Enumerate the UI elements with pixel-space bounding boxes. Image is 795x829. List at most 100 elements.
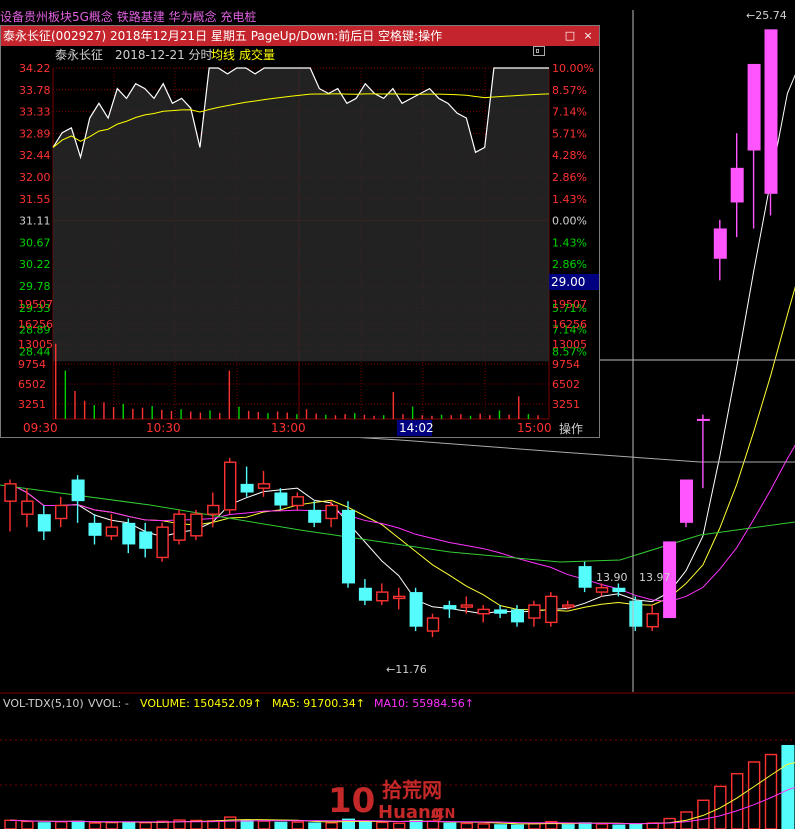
volume-bar bbox=[663, 817, 676, 829]
candle-body bbox=[477, 608, 490, 615]
candle bbox=[409, 587, 423, 632]
volume-bar bbox=[494, 824, 508, 829]
candle bbox=[190, 509, 203, 541]
volume-tick-label: 6502 bbox=[552, 378, 580, 391]
intraday-volume-bar bbox=[354, 413, 356, 419]
candle-body bbox=[342, 509, 355, 584]
stock-name: 泰永长征 bbox=[55, 48, 104, 62]
intraday-volume-bar bbox=[64, 370, 67, 419]
candle-body bbox=[358, 587, 372, 601]
ma10-value: MA10: 55984.56↑ bbox=[374, 697, 474, 710]
candle bbox=[562, 600, 575, 610]
concept-tags: 设备贵州板块5G概念 铁路基建 华为概念 充电桩 bbox=[0, 10, 257, 24]
candle bbox=[578, 561, 592, 593]
candle-body bbox=[4, 483, 17, 502]
price-tick-label: 33.78 bbox=[19, 84, 51, 97]
price-tick-label: 31.11 bbox=[19, 215, 51, 228]
volume-bar bbox=[460, 822, 473, 829]
volume-bar bbox=[629, 823, 643, 829]
intraday-volume-bar bbox=[373, 415, 375, 419]
time-tick-label: 13:00 bbox=[271, 421, 306, 435]
watermark-suffix: .CN bbox=[430, 807, 455, 822]
restore-icon[interactable]: □ bbox=[563, 29, 577, 43]
intraday-popup-window[interactable]: 泰永长征(002927) 2018年12月21日 星期五 PageUp/Down… bbox=[0, 25, 600, 438]
intraday-volume-bar bbox=[411, 406, 414, 419]
volume-bar bbox=[37, 822, 51, 829]
candle bbox=[105, 514, 119, 541]
candle-body bbox=[426, 617, 440, 632]
candle bbox=[308, 501, 322, 528]
candle-body bbox=[55, 504, 68, 520]
time-tick-label: 10:30 bbox=[146, 421, 181, 435]
price-area bbox=[53, 68, 549, 362]
volume-bar bbox=[561, 824, 575, 829]
pct-tick-label: 1.43% bbox=[552, 236, 587, 249]
intraday-volume-bar bbox=[238, 406, 240, 419]
candle-body bbox=[291, 496, 304, 507]
volume-tick-label: 19507 bbox=[552, 298, 587, 311]
candle-body bbox=[190, 513, 203, 537]
volume-bar bbox=[747, 761, 761, 829]
volume-tick-label: 16256 bbox=[552, 318, 587, 331]
volume-bar bbox=[291, 821, 304, 829]
candle-body bbox=[223, 461, 237, 511]
intraday-volume-bar bbox=[55, 343, 57, 419]
volume-bar bbox=[308, 822, 322, 829]
close-icon[interactable]: × bbox=[581, 29, 595, 43]
intraday-volume-bar bbox=[286, 412, 288, 419]
candle-body bbox=[629, 600, 643, 627]
intraday-volume-bar bbox=[325, 414, 327, 419]
volume-tick-label: 3251 bbox=[552, 398, 580, 411]
intraday-volume-bar bbox=[267, 413, 269, 419]
intraday-volume-bar bbox=[257, 412, 259, 419]
intraday-volume-bar bbox=[170, 410, 173, 419]
candle-body bbox=[257, 483, 271, 489]
volume-bar bbox=[274, 821, 288, 829]
candle bbox=[342, 501, 355, 588]
intraday-volume-bar bbox=[460, 414, 462, 419]
intraday-chart[interactable]: 34.22 10.00% 33.78 8.57% 33.33 7.14% 32.89 5.71… bbox=[1, 64, 599, 437]
candle-body bbox=[308, 509, 322, 523]
volume-bar bbox=[764, 753, 778, 829]
volume-bar bbox=[595, 823, 609, 829]
candle-body bbox=[37, 514, 51, 532]
candle-body bbox=[494, 609, 508, 614]
candle-body bbox=[393, 595, 406, 600]
price-tick-label: 30.67 bbox=[19, 236, 51, 249]
volume-tick-label: 9754 bbox=[552, 358, 580, 371]
intraday-series bbox=[52, 67, 550, 362]
action-button[interactable]: 操作 bbox=[559, 421, 583, 436]
intraday-volume-bar bbox=[296, 414, 298, 419]
popup-title-bar[interactable]: 泰永长征(002927) 2018年12月21日 星期五 PageUp/Down… bbox=[1, 26, 599, 46]
vol-indicator-name[interactable]: VOL-TDX(5,10) bbox=[3, 697, 84, 710]
candle-body bbox=[562, 604, 575, 608]
pct-tick-label: 0.00% bbox=[552, 215, 587, 228]
volume-bar bbox=[358, 820, 372, 829]
candle bbox=[223, 457, 237, 515]
intraday-volume-bar bbox=[103, 402, 105, 419]
pct-tick-label: 2.86% bbox=[552, 258, 587, 271]
candle bbox=[173, 509, 186, 545]
candle-body bbox=[122, 522, 136, 545]
volume-tick-label: 6502 bbox=[18, 378, 46, 391]
candle bbox=[696, 414, 710, 489]
time-tick-label: 15:00 bbox=[517, 421, 552, 435]
candle-body bbox=[71, 479, 85, 502]
pct-tick-label: 7.14% bbox=[552, 106, 587, 119]
candle bbox=[37, 505, 51, 541]
price-tick-label: 32.89 bbox=[19, 127, 51, 140]
intraday-volume-bar bbox=[344, 414, 346, 419]
price-tick-label: 33.33 bbox=[19, 106, 51, 119]
intraday-volume-bar bbox=[421, 415, 423, 419]
price-tick-label: 34.22 bbox=[19, 64, 51, 75]
candle-body bbox=[325, 504, 338, 520]
volume-value: VOLUME: 150452.09↑ bbox=[140, 697, 262, 710]
pct-tick-label: 4.28% bbox=[552, 149, 587, 162]
candle-body bbox=[443, 605, 457, 610]
candle bbox=[139, 522, 153, 558]
intraday-volume-bar bbox=[122, 403, 124, 419]
watermark-number: 10 bbox=[328, 781, 375, 821]
crosshair-price-right: 13.97 bbox=[639, 571, 671, 584]
panel-toggle-icon[interactable] bbox=[533, 46, 545, 56]
candle bbox=[545, 592, 558, 627]
